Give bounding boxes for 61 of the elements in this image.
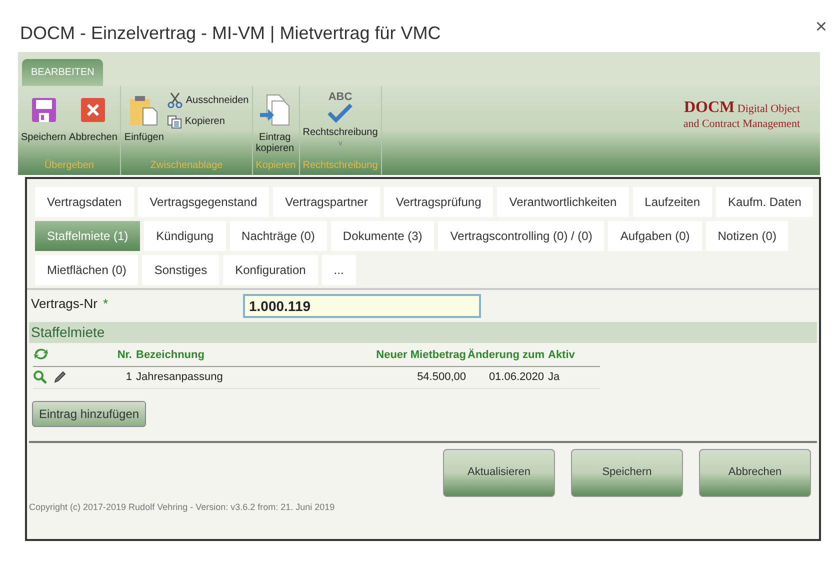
docm-logo: DOCM Digital Object and Contract Management xyxy=(683,100,800,132)
scissors-icon xyxy=(166,92,183,108)
ribbon-group-label: Übergeben xyxy=(43,158,95,173)
checkmark-icon xyxy=(327,103,354,123)
table-cell-text: 1 xyxy=(124,370,133,385)
tab[interactable]: Dokumente (3) xyxy=(330,221,434,251)
tab[interactable]: Vertragscontrolling (0) / (0) xyxy=(438,221,604,251)
tab[interactable]: Sonstiges xyxy=(142,255,220,285)
ribbon-group-label: Rechtschreibung xyxy=(302,159,378,173)
column-header: Nr. xyxy=(116,348,133,363)
table-cell-text: Jahresanpassung xyxy=(136,370,224,385)
document-arrow-icon xyxy=(258,94,291,126)
window-title: DOCM - Einzelvertrag - MI-VM | Mietvertrag für VMC xyxy=(20,22,441,45)
table-cell-text: 54.500,00 xyxy=(416,370,466,385)
table-cell-text: 01.06.2020 xyxy=(488,370,545,385)
tab[interactable]: Laufzeiten xyxy=(632,187,712,217)
column-header: Neuer Mietbetrag xyxy=(375,348,466,363)
field-label: Vertrags-Nr xyxy=(31,295,98,313)
caret-icon: ˅ xyxy=(338,138,343,149)
ribbon-group-label: Zwischenablage xyxy=(149,159,224,173)
tab[interactable]: Kündigung xyxy=(144,221,226,251)
clipboard-icon xyxy=(129,94,160,126)
tab[interactable]: Vertragsprüfung xyxy=(384,187,494,217)
tab[interactable]: Nachträge (0) xyxy=(230,221,327,251)
ribbon-button[interactable]: Eintrag kopieren xyxy=(256,92,294,158)
tab[interactable]: Kaufm. Daten xyxy=(716,187,814,217)
column-header: Änderung zum xyxy=(466,348,546,363)
column-header: Bezeichnung xyxy=(136,348,206,363)
close-icon xyxy=(80,97,106,123)
section-header: Staffelmiete xyxy=(29,322,817,343)
action-button[interactable]: Speichern xyxy=(571,448,683,496)
ribbon-button[interactable]: Einfügen xyxy=(124,92,164,158)
tab[interactable]: Notizen (0) xyxy=(706,221,788,251)
required-mark: * xyxy=(103,295,110,313)
contract-number-field[interactable]: 1.000.119 xyxy=(243,294,481,318)
ribbon-button[interactable]: ABC Rechtschreibung ˅ xyxy=(302,92,378,158)
abc-label: ABC xyxy=(328,92,352,103)
tab[interactable]: Vertragspartner xyxy=(273,187,380,217)
close-button[interactable]: × xyxy=(815,12,827,42)
ribbon-group-label: Kopieren xyxy=(256,159,296,173)
action-button[interactable]: Abbrechen xyxy=(699,448,811,496)
copy-icon xyxy=(166,114,182,128)
ribbon-small-button[interactable]: Kopieren xyxy=(166,114,249,129)
tab[interactable]: Konfiguration xyxy=(223,255,318,285)
tab[interactable]: Aufgaben (0) xyxy=(608,221,702,251)
pencil-icon[interactable] xyxy=(53,370,67,384)
ribbon-button[interactable]: Abbrechen xyxy=(69,92,118,158)
ribbon-button[interactable]: Speichern xyxy=(21,92,66,158)
tab[interactable]: ... xyxy=(322,255,356,285)
search-icon[interactable] xyxy=(33,370,47,384)
ribbon-small-button[interactable]: Ausschneiden xyxy=(166,92,249,108)
tab[interactable]: Verantwortlichkeiten xyxy=(497,187,629,217)
refresh-icon[interactable] xyxy=(33,347,49,361)
action-button[interactable]: Aktualisieren xyxy=(443,448,555,496)
table-cell-text: Ja xyxy=(547,370,561,385)
column-header: Aktiv xyxy=(547,348,576,363)
tab[interactable]: Mietflächen (0) xyxy=(35,255,138,285)
tab[interactable]: Vertragsdaten xyxy=(35,187,134,217)
copyright-text: Copyright (c) 2017-2019 Rudolf Vehring - Version: v3.6.2 from: 21. Juni 2019 xyxy=(28,500,336,514)
tab[interactable]: Vertragsgegenstand xyxy=(138,187,270,217)
add-entry-button[interactable]: Eintrag hinzufügen xyxy=(32,400,146,426)
